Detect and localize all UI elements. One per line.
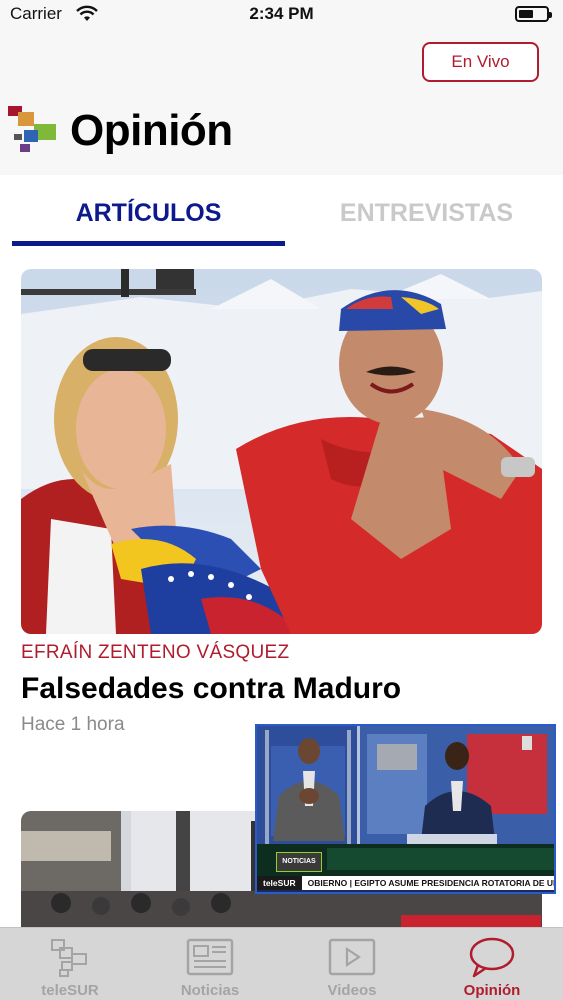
- tab-articulos[interactable]: ARTÍCULOS: [12, 193, 285, 233]
- tab-bar-item-videos[interactable]: Videos: [282, 928, 422, 1000]
- tab-bar-label: Opinión: [463, 982, 521, 999]
- telesur-icon: [51, 939, 87, 977]
- active-tab-indicator: [12, 241, 285, 246]
- ticker-label: teleSUR: [257, 876, 302, 890]
- newspaper-icon: [186, 938, 234, 976]
- tab-bar-label: teleSUR: [41, 982, 99, 999]
- section-tabs: ARTÍCULOS ENTREVISTAS: [0, 175, 563, 253]
- news-badge: NOTICIAS: [276, 852, 322, 872]
- tab-bar-item-opinion[interactable]: Opinión: [422, 928, 562, 1000]
- article-author: EFRAÍN ZENTENO VÁSQUEZ: [21, 642, 290, 663]
- live-button[interactable]: En Vivo: [422, 42, 539, 82]
- opinion-logo-icon: [8, 106, 56, 152]
- speech-bubble-icon: [469, 937, 515, 978]
- tab-bar-item-noticias[interactable]: Noticias: [140, 928, 280, 1000]
- clock: 2:34 PM: [249, 4, 314, 23]
- play-icon: [328, 938, 376, 976]
- header: En Vivo Opinión: [0, 30, 563, 175]
- news-ticker: teleSUR OBIERNO | EGIPTO ASUME PRESIDENCI…: [257, 876, 554, 890]
- ticker-text: OBIERNO | EGIPTO ASUME PRESIDENCIA ROTAT…: [307, 878, 554, 888]
- tab-bar-label: Noticias: [180, 982, 240, 999]
- article-title[interactable]: Falsedades contra Maduro: [21, 670, 541, 700]
- tab-bar-item-telesur[interactable]: teleSUR: [0, 928, 140, 1000]
- page-title: Opinión: [70, 106, 233, 155]
- battery-icon: [515, 6, 552, 22]
- status-bar: Carrier 2:34 PM: [0, 0, 563, 30]
- tab-entrevistas[interactable]: ENTREVISTAS: [290, 193, 563, 233]
- tab-bar-label: Videos: [327, 982, 377, 999]
- article-image[interactable]: [21, 269, 542, 634]
- bottom-tab-bar: teleSUR Noticias Videos Opinión: [0, 927, 563, 1000]
- floating-video-player[interactable]: NOTICIAS teleSUR OBIERNO | EGIPTO ASUME P…: [255, 724, 556, 894]
- article-timestamp: Hace 1 hora: [21, 714, 125, 735]
